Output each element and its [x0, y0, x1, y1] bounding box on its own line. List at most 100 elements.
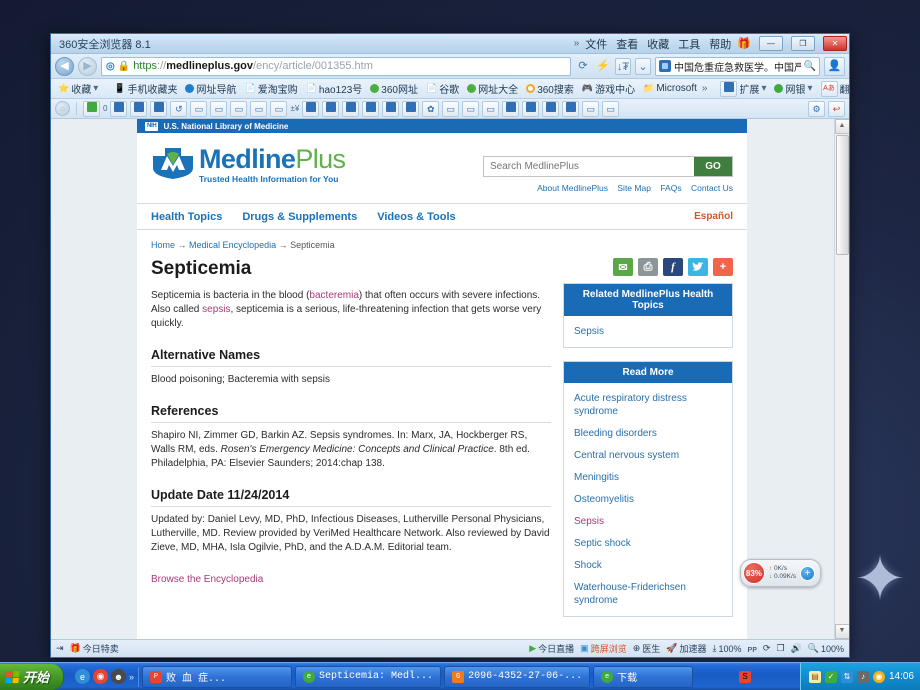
sort-icon[interactable]: ↓₮: [615, 57, 631, 75]
nav-espanol[interactable]: Español: [694, 211, 733, 222]
menu-item-favorites[interactable]: 收藏: [647, 36, 669, 52]
nav-drugs-supplements[interactable]: Drugs & Supplements: [242, 211, 357, 223]
link-contact[interactable]: Contact Us: [691, 183, 733, 193]
ext-icon-8[interactable]: ▭: [230, 100, 248, 117]
ext-bank[interactable]: 网银 ▾: [771, 80, 815, 97]
ext-icon-10[interactable]: ▭: [270, 100, 288, 117]
chevron-down-icon[interactable]: ▾: [761, 83, 766, 94]
read-more-item[interactable]: Septic shock: [574, 537, 722, 550]
scroll-up-button[interactable]: ▲: [834, 119, 849, 134]
close-button[interactable]: ✕: [823, 36, 847, 51]
link-sitemap[interactable]: Site Map: [617, 183, 651, 193]
read-more-item[interactable]: Waterhouse-Friderichsen syndrome: [574, 581, 722, 607]
ext-icon-9[interactable]: ▭: [250, 100, 268, 117]
twitter-share-icon[interactable]: [688, 258, 708, 276]
bookmark-google[interactable]: 📄 谷歌: [423, 80, 462, 97]
address-bar[interactable]: ◎ 🔒 https://medlineplus.gov/ency/article…: [101, 56, 571, 76]
status-zoom[interactable]: 🔍 100%: [808, 643, 844, 654]
status-doctor[interactable]: ⊕ 医生: [633, 642, 661, 655]
chevron-down-icon[interactable]: ▾: [807, 83, 812, 94]
menu-item-file[interactable]: 文件: [585, 36, 607, 52]
memory-percent-badge[interactable]: 83%: [742, 562, 765, 584]
read-more-item[interactable]: Osteomyelitis: [574, 493, 722, 506]
app-icon[interactable]: ☻: [111, 669, 127, 684]
ext-icon-3[interactable]: [130, 100, 148, 117]
forward-button[interactable]: ▶: [78, 56, 97, 76]
overflow-chevron-icon[interactable]: »: [574, 38, 580, 49]
tray-network-icon[interactable]: ⇅: [840, 670, 853, 683]
bookmark-360url[interactable]: 360网址: [367, 80, 421, 97]
ext-icon-24[interactable]: [562, 100, 580, 117]
medlineplus-logo[interactable]: MedlinePlus Trusted Health Information f…: [151, 146, 346, 184]
ext-icon-25[interactable]: ▭: [582, 100, 600, 117]
ext-icon-26[interactable]: ▭: [602, 100, 620, 117]
related-item-sepsis[interactable]: Sepsis: [574, 325, 722, 338]
ext-icon-5[interactable]: ↺: [170, 100, 188, 117]
ext-icon-21[interactable]: [502, 100, 520, 117]
print-share-icon[interactable]: ⎙: [638, 258, 658, 276]
link-about[interactable]: About MedlinePlus: [537, 183, 608, 193]
bookmark-favorites[interactable]: ⭐ 收藏 ▾: [55, 80, 101, 97]
bookmark-nav[interactable]: 网址导航: [182, 80, 239, 97]
tray-note-icon[interactable]: ▤: [808, 670, 821, 683]
bookmark-taobao[interactable]: 📄 爱淘宝购: [241, 80, 300, 97]
chevron-down-icon[interactable]: ⌄: [635, 57, 651, 75]
ext-translate[interactable]: Aあ翻译▾: [818, 80, 849, 98]
bookmarks-overflow-icon[interactable]: »: [702, 83, 708, 94]
taskbar-item-group[interactable]: P 败 血 症...: [142, 665, 293, 688]
ext-icon-12[interactable]: [322, 100, 340, 117]
nav-health-topics[interactable]: Health Topics: [151, 211, 222, 223]
quick-launch-overflow-icon[interactable]: »: [129, 672, 134, 682]
bookmark-gamecenter[interactable]: 🎮 游戏中心: [579, 80, 638, 97]
scroll-down-button[interactable]: ▼: [834, 624, 849, 639]
status-download-progress[interactable]: ⤓ 100%: [713, 643, 742, 654]
search-input[interactable]: [484, 157, 694, 176]
tray-360-icon[interactable]: ◉: [872, 670, 885, 683]
ext-icon-13[interactable]: [342, 100, 360, 117]
facebook-share-icon[interactable]: f: [663, 258, 683, 276]
refresh-icon[interactable]: ⟳: [763, 643, 771, 654]
plus-circle-icon[interactable]: +: [800, 565, 815, 581]
menu-item-tools[interactable]: 工具: [678, 36, 700, 52]
ext-icon-14[interactable]: [362, 100, 380, 117]
ext-icon-1[interactable]: [83, 100, 100, 117]
ext-icon-22[interactable]: [522, 100, 540, 117]
link-browse-encyclopedia[interactable]: Browse the Encyclopedia: [151, 574, 263, 585]
bookmark-microsoft[interactable]: 📁 Microsoft: [640, 82, 700, 95]
speaker-icon[interactable]: 🔊: [791, 643, 802, 654]
window-icon[interactable]: ❐: [776, 643, 784, 654]
back-button[interactable]: ◀: [55, 56, 74, 76]
browser-search-box[interactable]: 中国危重症急救医学。中国严重肺 🔍: [655, 56, 820, 76]
tray-clock[interactable]: 14:06: [889, 671, 914, 682]
status-today-deals[interactable]: 🎁 今日特卖: [70, 642, 119, 655]
read-more-item[interactable]: Shock: [574, 559, 722, 572]
ext-icon-7[interactable]: ▭: [210, 100, 228, 117]
chrome-icon[interactable]: ◉: [93, 669, 109, 684]
ext-icon-19[interactable]: ▭: [462, 100, 480, 117]
read-more-item[interactable]: Bleeding disorders: [574, 427, 722, 440]
read-more-item[interactable]: Meningitis: [574, 471, 722, 484]
user-account-icon[interactable]: 👤: [824, 56, 845, 76]
taskbar-item-septicemia[interactable]: e Septicemia: Medl...: [295, 665, 442, 688]
bookmark-360search[interactable]: 360搜索: [523, 80, 577, 97]
chevron-down-icon[interactable]: ▾: [93, 83, 98, 94]
ext-icon-6[interactable]: ▭: [190, 100, 208, 117]
ext-extensions[interactable]: 扩展 ▾: [717, 80, 769, 98]
status-live[interactable]: ▶ 今日直播: [529, 642, 574, 655]
breadcrumb-encyclopedia[interactable]: Medical Encyclopedia: [189, 240, 276, 250]
ext-icon-16[interactable]: [402, 100, 420, 117]
tray-volume-icon[interactable]: ♪: [856, 670, 869, 683]
nav-videos-tools[interactable]: Videos & Tools: [377, 211, 455, 223]
start-button[interactable]: 开始: [0, 663, 65, 690]
ext-icon-23[interactable]: [542, 100, 560, 117]
maximize-button[interactable]: ❐: [791, 36, 815, 51]
site-search[interactable]: GO: [483, 156, 733, 177]
tray-sogou-icon[interactable]: S: [739, 670, 752, 683]
link-bacteremia[interactable]: bacteremia: [309, 290, 358, 301]
search-icon[interactable]: 🔍: [804, 61, 816, 72]
bookmark-mobile[interactable]: 📱 手机收藏夹: [111, 80, 180, 97]
ie-icon[interactable]: e: [75, 669, 91, 684]
link-sepsis[interactable]: sepsis: [202, 304, 230, 315]
breadcrumb-home[interactable]: Home: [151, 240, 175, 250]
minimize-button[interactable]: —: [759, 36, 783, 51]
